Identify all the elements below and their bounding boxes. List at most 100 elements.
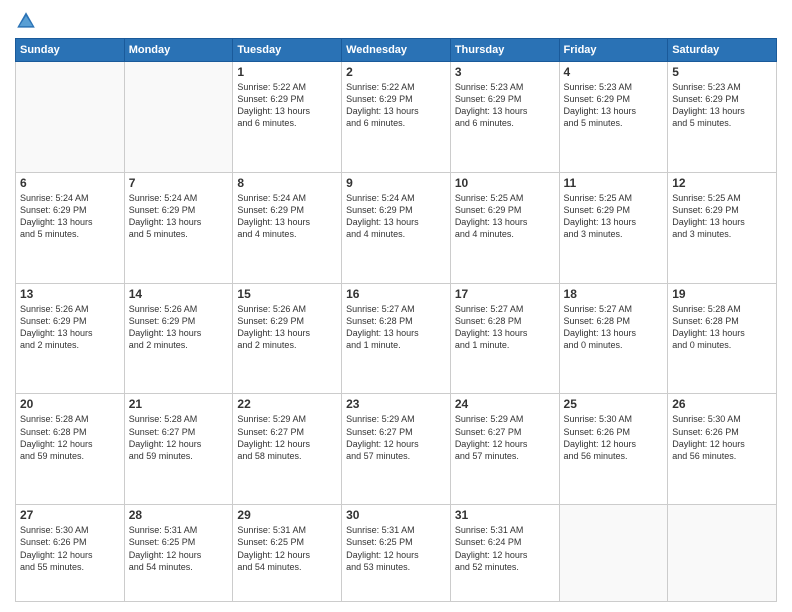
day-number: 16 bbox=[346, 287, 446, 301]
calendar-cell: 25 Sunrise: 5:30 AM Sunset: 6:26 PM Dayli… bbox=[559, 394, 668, 505]
calendar-cell: 16 Sunrise: 5:27 AM Sunset: 6:28 PM Dayli… bbox=[342, 283, 451, 394]
day-header-tuesday: Tuesday bbox=[233, 39, 342, 62]
day-number: 24 bbox=[455, 397, 555, 411]
day-info: Sunrise: 5:27 AM Sunset: 6:28 PM Dayligh… bbox=[455, 303, 555, 352]
day-number: 29 bbox=[237, 508, 337, 522]
calendar-cell: 6 Sunrise: 5:24 AM Sunset: 6:29 PM Daylig… bbox=[16, 172, 125, 283]
day-info: Sunrise: 5:24 AM Sunset: 6:29 PM Dayligh… bbox=[237, 192, 337, 241]
day-info: Sunrise: 5:24 AM Sunset: 6:29 PM Dayligh… bbox=[129, 192, 229, 241]
calendar-cell: 2 Sunrise: 5:22 AM Sunset: 6:29 PM Daylig… bbox=[342, 62, 451, 173]
calendar-cell: 1Sunrise: 5:22 AM Sunset: 6:29 PM Daylig… bbox=[233, 62, 342, 173]
day-number: 22 bbox=[237, 397, 337, 411]
day-number: 19 bbox=[672, 287, 772, 301]
day-number: 27 bbox=[20, 508, 120, 522]
day-header-wednesday: Wednesday bbox=[342, 39, 451, 62]
day-number: 30 bbox=[346, 508, 446, 522]
calendar-cell: 14 Sunrise: 5:26 AM Sunset: 6:29 PM Dayli… bbox=[124, 283, 233, 394]
day-info: Sunrise: 5:26 AM Sunset: 6:29 PM Dayligh… bbox=[20, 303, 120, 352]
day-info: Sunrise: 5:29 AM Sunset: 6:27 PM Dayligh… bbox=[237, 413, 337, 462]
calendar-cell: 12Sunrise: 5:25 AM Sunset: 6:29 PM Dayli… bbox=[668, 172, 777, 283]
day-info: Sunrise: 5:29 AM Sunset: 6:27 PM Dayligh… bbox=[455, 413, 555, 462]
calendar-cell: 13 Sunrise: 5:26 AM Sunset: 6:29 PM Dayli… bbox=[16, 283, 125, 394]
calendar-week-row: 1Sunrise: 5:22 AM Sunset: 6:29 PM Daylig… bbox=[16, 62, 777, 173]
day-info: Sunrise: 5:26 AM Sunset: 6:29 PM Dayligh… bbox=[129, 303, 229, 352]
day-number: 21 bbox=[129, 397, 229, 411]
day-info: Sunrise: 5:25 AM Sunset: 6:29 PM Dayligh… bbox=[455, 192, 555, 241]
day-number: 17 bbox=[455, 287, 555, 301]
day-info: Sunrise: 5:22 AM Sunset: 6:29 PM Dayligh… bbox=[346, 81, 446, 130]
day-number: 7 bbox=[129, 176, 229, 190]
calendar-cell: 23 Sunrise: 5:29 AM Sunset: 6:27 PM Dayli… bbox=[342, 394, 451, 505]
day-info: Sunrise: 5:26 AM Sunset: 6:29 PM Dayligh… bbox=[237, 303, 337, 352]
calendar-cell: 4Sunrise: 5:23 AM Sunset: 6:29 PM Daylig… bbox=[559, 62, 668, 173]
day-info: Sunrise: 5:30 AM Sunset: 6:26 PM Dayligh… bbox=[564, 413, 664, 462]
day-info: Sunrise: 5:31 AM Sunset: 6:24 PM Dayligh… bbox=[455, 524, 555, 573]
calendar-cell bbox=[16, 62, 125, 173]
day-number: 13 bbox=[20, 287, 120, 301]
day-header-thursday: Thursday bbox=[450, 39, 559, 62]
day-number: 8 bbox=[237, 176, 337, 190]
day-number: 26 bbox=[672, 397, 772, 411]
day-info: Sunrise: 5:31 AM Sunset: 6:25 PM Dayligh… bbox=[237, 524, 337, 573]
day-header-sunday: Sunday bbox=[16, 39, 125, 62]
day-info: Sunrise: 5:30 AM Sunset: 6:26 PM Dayligh… bbox=[672, 413, 772, 462]
calendar-cell: 9Sunrise: 5:24 AM Sunset: 6:29 PM Daylig… bbox=[342, 172, 451, 283]
day-info: Sunrise: 5:28 AM Sunset: 6:28 PM Dayligh… bbox=[20, 413, 120, 462]
calendar-cell: 5 Sunrise: 5:23 AM Sunset: 6:29 PM Daylig… bbox=[668, 62, 777, 173]
calendar-cell: 20Sunrise: 5:28 AM Sunset: 6:28 PM Dayli… bbox=[16, 394, 125, 505]
day-number: 2 bbox=[346, 65, 446, 79]
day-info: Sunrise: 5:24 AM Sunset: 6:29 PM Dayligh… bbox=[20, 192, 120, 241]
day-info: Sunrise: 5:25 AM Sunset: 6:29 PM Dayligh… bbox=[672, 192, 772, 241]
day-number: 11 bbox=[564, 176, 664, 190]
calendar-cell: 17 Sunrise: 5:27 AM Sunset: 6:28 PM Dayli… bbox=[450, 283, 559, 394]
day-info: Sunrise: 5:23 AM Sunset: 6:29 PM Dayligh… bbox=[672, 81, 772, 130]
calendar-cell: 10 Sunrise: 5:25 AM Sunset: 6:29 PM Dayli… bbox=[450, 172, 559, 283]
calendar-cell: 22 Sunrise: 5:29 AM Sunset: 6:27 PM Dayli… bbox=[233, 394, 342, 505]
calendar-cell: 31 Sunrise: 5:31 AM Sunset: 6:24 PM Dayli… bbox=[450, 505, 559, 602]
calendar-cell: 29 Sunrise: 5:31 AM Sunset: 6:25 PM Dayli… bbox=[233, 505, 342, 602]
header bbox=[15, 10, 777, 32]
day-number: 14 bbox=[129, 287, 229, 301]
day-number: 23 bbox=[346, 397, 446, 411]
day-info: Sunrise: 5:22 AM Sunset: 6:29 PM Dayligh… bbox=[237, 81, 337, 130]
calendar-cell: 15 Sunrise: 5:26 AM Sunset: 6:29 PM Dayli… bbox=[233, 283, 342, 394]
calendar-cell bbox=[124, 62, 233, 173]
calendar-cell: 27 Sunrise: 5:30 AM Sunset: 6:26 PM Dayli… bbox=[16, 505, 125, 602]
calendar-cell: 7 Sunrise: 5:24 AM Sunset: 6:29 PM Daylig… bbox=[124, 172, 233, 283]
calendar-cell: 24 Sunrise: 5:29 AM Sunset: 6:27 PM Dayli… bbox=[450, 394, 559, 505]
day-number: 28 bbox=[129, 508, 229, 522]
day-info: Sunrise: 5:30 AM Sunset: 6:26 PM Dayligh… bbox=[20, 524, 120, 573]
day-info: Sunrise: 5:29 AM Sunset: 6:27 PM Dayligh… bbox=[346, 413, 446, 462]
calendar-cell: 3 Sunrise: 5:23 AM Sunset: 6:29 PM Daylig… bbox=[450, 62, 559, 173]
day-info: Sunrise: 5:23 AM Sunset: 6:29 PM Dayligh… bbox=[564, 81, 664, 130]
logo-icon bbox=[15, 10, 37, 32]
day-info: Sunrise: 5:28 AM Sunset: 6:27 PM Dayligh… bbox=[129, 413, 229, 462]
calendar-week-row: 27 Sunrise: 5:30 AM Sunset: 6:26 PM Dayli… bbox=[16, 505, 777, 602]
calendar-table: SundayMondayTuesdayWednesdayThursdayFrid… bbox=[15, 38, 777, 602]
calendar-week-row: 20Sunrise: 5:28 AM Sunset: 6:28 PM Dayli… bbox=[16, 394, 777, 505]
calendar-cell: 26 Sunrise: 5:30 AM Sunset: 6:26 PM Dayli… bbox=[668, 394, 777, 505]
calendar-cell: 8 Sunrise: 5:24 AM Sunset: 6:29 PM Daylig… bbox=[233, 172, 342, 283]
calendar-cell: 11 Sunrise: 5:25 AM Sunset: 6:29 PM Dayli… bbox=[559, 172, 668, 283]
calendar-week-row: 13 Sunrise: 5:26 AM Sunset: 6:29 PM Dayli… bbox=[16, 283, 777, 394]
logo bbox=[15, 10, 41, 32]
calendar-header-row: SundayMondayTuesdayWednesdayThursdayFrid… bbox=[16, 39, 777, 62]
day-info: Sunrise: 5:23 AM Sunset: 6:29 PM Dayligh… bbox=[455, 81, 555, 130]
day-number: 25 bbox=[564, 397, 664, 411]
day-header-friday: Friday bbox=[559, 39, 668, 62]
day-info: Sunrise: 5:25 AM Sunset: 6:29 PM Dayligh… bbox=[564, 192, 664, 241]
day-number: 3 bbox=[455, 65, 555, 79]
day-number: 5 bbox=[672, 65, 772, 79]
day-info: Sunrise: 5:27 AM Sunset: 6:28 PM Dayligh… bbox=[346, 303, 446, 352]
day-number: 31 bbox=[455, 508, 555, 522]
day-info: Sunrise: 5:31 AM Sunset: 6:25 PM Dayligh… bbox=[129, 524, 229, 573]
day-number: 15 bbox=[237, 287, 337, 301]
calendar-cell: 19Sunrise: 5:28 AM Sunset: 6:28 PM Dayli… bbox=[668, 283, 777, 394]
day-number: 6 bbox=[20, 176, 120, 190]
day-info: Sunrise: 5:24 AM Sunset: 6:29 PM Dayligh… bbox=[346, 192, 446, 241]
calendar-cell: 28 Sunrise: 5:31 AM Sunset: 6:25 PM Dayli… bbox=[124, 505, 233, 602]
day-info: Sunrise: 5:27 AM Sunset: 6:28 PM Dayligh… bbox=[564, 303, 664, 352]
day-number: 10 bbox=[455, 176, 555, 190]
calendar-cell bbox=[668, 505, 777, 602]
calendar-cell: 30Sunrise: 5:31 AM Sunset: 6:25 PM Dayli… bbox=[342, 505, 451, 602]
